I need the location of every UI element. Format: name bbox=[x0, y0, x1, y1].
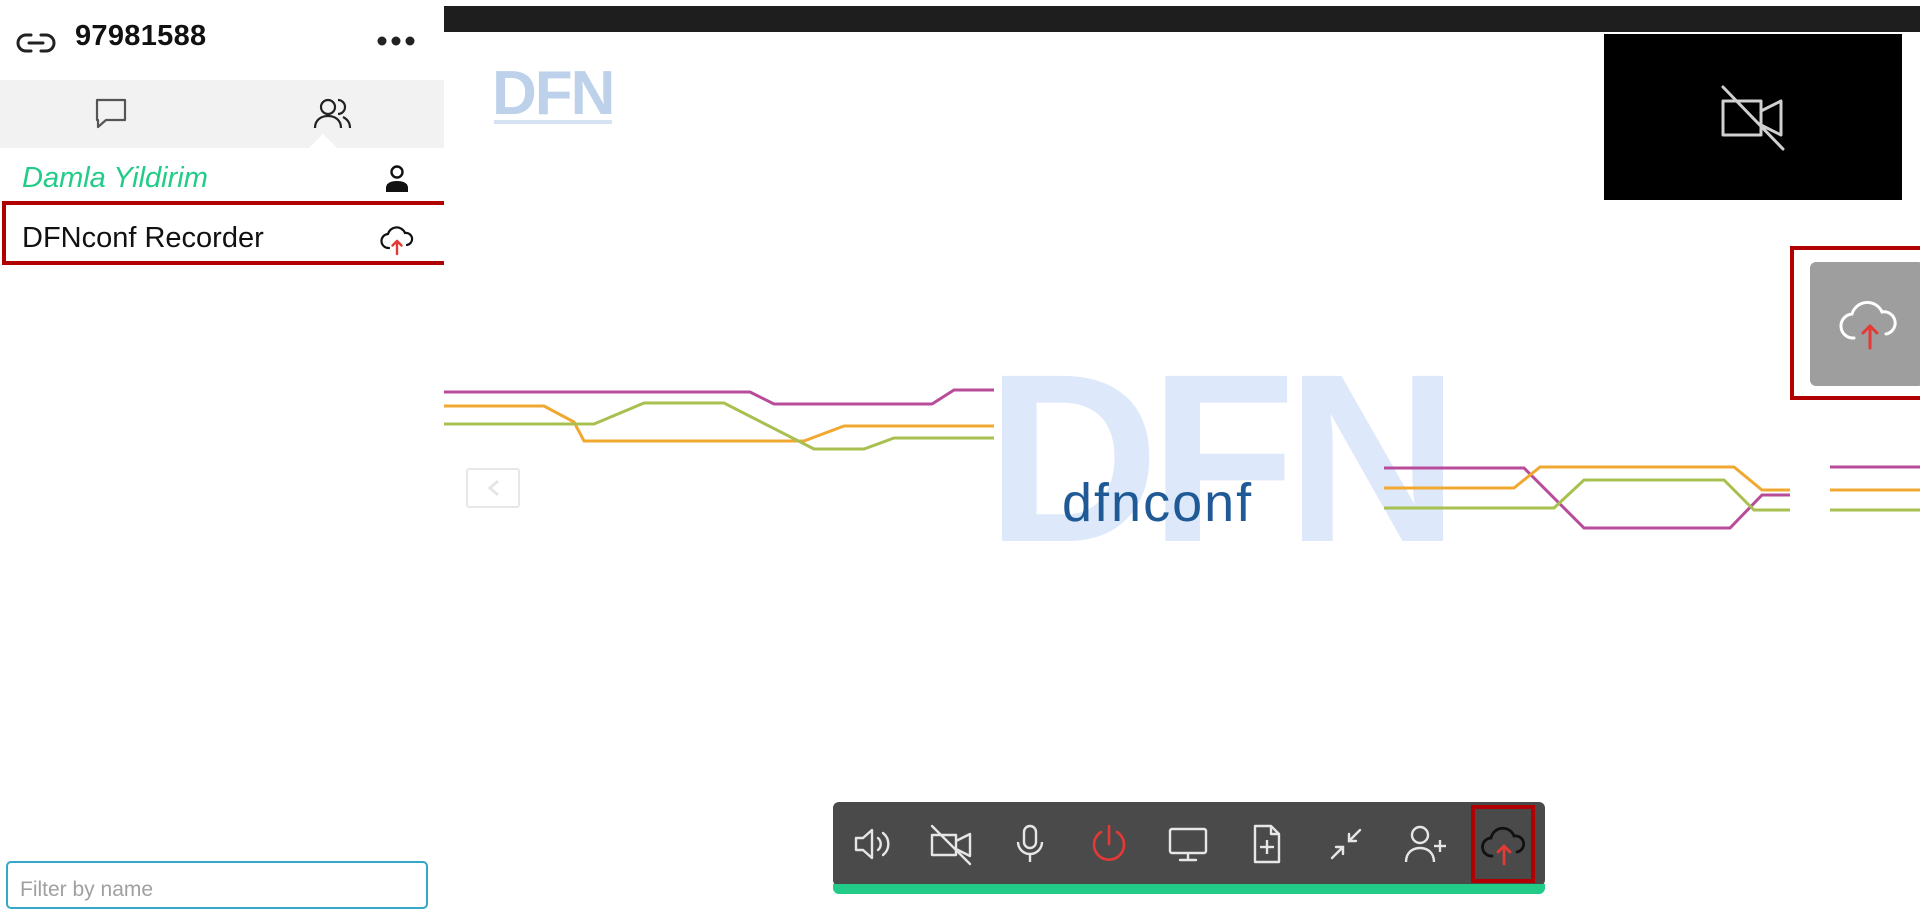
filter-input[interactable] bbox=[6, 861, 428, 909]
participant-name: Damla Yildirim bbox=[22, 162, 208, 194]
cloud-upload-icon bbox=[1481, 826, 1526, 866]
add-participant-icon bbox=[1404, 825, 1446, 863]
recording-button[interactable] bbox=[1472, 812, 1536, 876]
more-dots-icon bbox=[377, 36, 415, 46]
speaker-button[interactable] bbox=[840, 812, 904, 876]
add-file-button[interactable] bbox=[1235, 812, 1299, 876]
camera-off-icon bbox=[930, 824, 972, 866]
tab-participants[interactable] bbox=[222, 80, 444, 148]
chevron-left-icon bbox=[487, 479, 499, 497]
screen-share-button[interactable] bbox=[1156, 812, 1220, 876]
chat-icon bbox=[95, 98, 127, 129]
user-icon bbox=[386, 165, 408, 192]
minimize-icon bbox=[1330, 828, 1362, 860]
leave-call-button[interactable] bbox=[1077, 812, 1141, 876]
recorder-tile[interactable] bbox=[1810, 262, 1920, 386]
collapse-panel-button[interactable] bbox=[466, 468, 520, 508]
main-stage: DFN DFN dfnconf bbox=[444, 0, 1920, 901]
microphone-button[interactable] bbox=[998, 812, 1062, 876]
toolbar-status-bar bbox=[833, 884, 1545, 894]
add-file-icon bbox=[1253, 824, 1281, 864]
screen-share-icon bbox=[1168, 827, 1208, 862]
cloud-upload-icon bbox=[380, 226, 414, 256]
minimize-button[interactable] bbox=[1314, 812, 1378, 876]
sidebar-tabs bbox=[0, 80, 444, 148]
participant-item[interactable]: DFNconf Recorder bbox=[0, 208, 444, 268]
participant-item[interactable]: Damla Yildirim bbox=[0, 148, 444, 208]
participants-icon bbox=[313, 98, 352, 129]
dfnconf-wordmark: dfnconf bbox=[1062, 473, 1254, 533]
more-options-button[interactable] bbox=[374, 26, 418, 56]
cloud-upload-icon bbox=[1839, 301, 1897, 350]
link-icon[interactable] bbox=[16, 29, 56, 57]
participant-name: DFNconf Recorder bbox=[22, 222, 264, 254]
add-participant-button[interactable] bbox=[1393, 812, 1457, 876]
microphone-icon bbox=[1016, 824, 1044, 862]
camera-off-icon bbox=[1721, 85, 1785, 151]
camera-toggle-button[interactable] bbox=[919, 812, 983, 876]
meeting-id: 97981588 bbox=[75, 20, 207, 52]
power-icon bbox=[1092, 824, 1126, 861]
tab-chat[interactable] bbox=[0, 80, 222, 148]
sidebar: 97981588 Damla Yildirim DFNconf Recorder… bbox=[0, 0, 448, 909]
speaker-icon bbox=[854, 828, 890, 860]
self-video-tile[interactable] bbox=[1604, 34, 1902, 200]
sidebar-header: 97981588 bbox=[0, 0, 444, 80]
call-toolbar bbox=[833, 802, 1545, 886]
